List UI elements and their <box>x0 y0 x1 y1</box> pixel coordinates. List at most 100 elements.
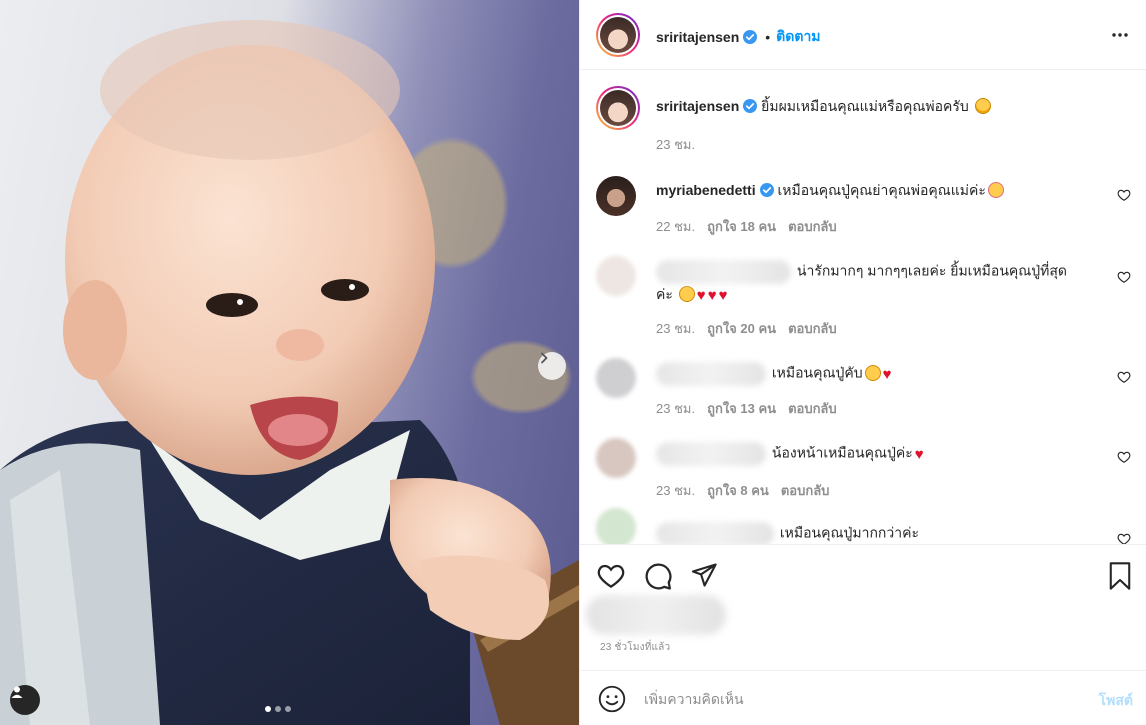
comment-input[interactable] <box>644 685 1064 713</box>
comment-text-block: myriabenedetti เหมือนคุณปู่คุณย่าคุณพ่อค… <box>656 180 1096 200</box>
comment-time: 23 ชม. <box>656 321 696 336</box>
commenter-avatar[interactable] <box>596 176 636 216</box>
star-struck-emoji-icon <box>678 286 695 302</box>
red-heart-emoji-icon: ♥ <box>718 287 728 304</box>
post-details-panel: sriritajensen • ติดตาม sriritajensen ยิ้… <box>579 0 1146 725</box>
comment-meta: 23 ชม. ถูกใจ 20 คน ตอบกลับ <box>656 318 837 339</box>
like-button[interactable] <box>596 561 626 596</box>
comment-time: 23 ชม. <box>656 483 696 498</box>
commenter-avatar[interactable] <box>596 508 636 544</box>
comment-text-block: น้องหน้าเหมือนคุณปู่ค่ะ ♥ <box>656 442 1096 466</box>
heart-icon <box>1117 271 1131 283</box>
comment-icon <box>645 563 672 590</box>
reply-button[interactable]: ตอบกลับ <box>788 216 837 237</box>
comment-text: เหมือนคุณปู่คับ <box>771 364 863 381</box>
caption-meta: 23 ชม. <box>656 134 695 155</box>
red-heart-emoji-icon: ♥ <box>882 365 892 383</box>
reply-button[interactable]: ตอบกลับ <box>788 398 837 419</box>
red-heart-emoji-icon: ♥ <box>914 445 924 463</box>
comment-meta: 23 ชม. ถูกใจ 13 คน ตอบกลับ <box>656 398 837 419</box>
post-timestamp: 23 ชั่วโมงที่แล้ว <box>600 642 671 653</box>
smiling-hearts-emoji-icon <box>987 182 1004 198</box>
bookmark-icon <box>1109 562 1131 590</box>
post-actions: 23 ชั่วโมงที่แล้ว <box>580 544 1146 670</box>
hidden-username <box>656 442 766 466</box>
follow-button[interactable]: ติดตาม <box>776 26 820 48</box>
hidden-username <box>656 260 791 284</box>
caption-text: ยิ้มผมเหมือนคุณแม่หรือคุณพ่อครับ <box>761 98 969 114</box>
verified-badge-icon <box>743 99 758 113</box>
comment-text-block: เหมือนคุณปู่มากกว่าค่ะ <box>656 522 1096 544</box>
save-button[interactable] <box>1106 561 1134 596</box>
author-username[interactable]: sriritajensen <box>656 98 739 114</box>
like-comment-button[interactable] <box>1117 370 1131 389</box>
comment-text: น้องหน้าเหมือนคุณปู่ค่ะ <box>771 444 913 461</box>
verified-badge-icon <box>759 183 774 197</box>
red-heart-emoji-icon: ♥ <box>707 287 717 304</box>
comment-button[interactable] <box>643 561 673 596</box>
emoji-icon <box>598 685 626 713</box>
more-options-icon <box>1112 33 1128 37</box>
likes-count-hidden <box>586 595 726 635</box>
author-info: sriritajensen • ติดตาม <box>656 26 821 48</box>
comment-time: 22 ชม. <box>656 219 696 234</box>
hidden-username <box>656 362 766 386</box>
reply-button[interactable]: ตอบกลับ <box>788 318 837 339</box>
emoji-button[interactable] <box>598 685 626 718</box>
comment-likes[interactable]: ถูกใจ 13 คน <box>707 398 776 419</box>
comments-list: sriritajensen ยิ้มผมเหมือนคุณแม่หรือคุณพ… <box>580 70 1146 544</box>
comment-text-block: เหมือนคุณปู่คับ ♥ <box>656 362 1096 386</box>
comment-meta: 22 ชม. ถูกใจ 18 คน ตอบกลับ <box>656 216 837 237</box>
hidden-username <box>656 522 774 544</box>
post-photo[interactable] <box>0 0 579 725</box>
commenter-avatar[interactable] <box>596 438 636 478</box>
star-struck-emoji-icon <box>864 364 881 381</box>
carousel-dot <box>285 706 291 712</box>
author-username[interactable]: sriritajensen <box>656 29 739 45</box>
separator-dot: • <box>765 29 771 45</box>
comment-likes[interactable]: ถูกใจ 18 คน <box>707 216 776 237</box>
like-comment-button[interactable] <box>1117 450 1131 469</box>
carousel-dot <box>275 706 281 712</box>
comment-time: 23 ชม. <box>656 401 696 416</box>
user-tag-button[interactable] <box>10 685 40 715</box>
commenter-avatar[interactable] <box>596 256 636 296</box>
heart-icon <box>597 564 625 588</box>
author-avatar[interactable] <box>596 13 640 57</box>
carousel-dot-active <box>265 706 271 712</box>
comment-likes[interactable]: ถูกใจ 8 คน <box>707 480 769 501</box>
more-options-button[interactable] <box>1111 26 1129 49</box>
heart-icon <box>1117 371 1131 383</box>
caption-text-block: sriritajensen ยิ้มผมเหมือนคุณแม่หรือคุณพ… <box>656 96 1096 116</box>
comment-text: น่ารักมากๆ มากๆๆเลยค่ะ ยิ้มเหมือนคุณปู่ท… <box>796 262 1067 279</box>
comment-text: เหมือนคุณปู่คุณย่าคุณพ่อคุณแม่ค่ะ <box>777 182 986 198</box>
comment-likes[interactable]: ถูกใจ 20 คน <box>707 318 776 339</box>
chevron-right-icon <box>541 352 548 364</box>
post-comment-button[interactable]: โพสต์ <box>1099 690 1133 712</box>
heart-icon <box>1117 189 1131 201</box>
commenter-avatar[interactable] <box>596 358 636 398</box>
post-header: sriritajensen • ติดตาม <box>580 0 1146 70</box>
heart-icon <box>1117 451 1131 463</box>
share-button[interactable] <box>690 561 718 594</box>
heart-icon <box>1117 533 1131 544</box>
grinning-emoji-icon <box>974 98 991 114</box>
reply-button[interactable]: ตอบกลับ <box>781 480 830 501</box>
comment-text-line2: ค่ะ <box>656 286 673 302</box>
commenter-username[interactable]: myriabenedetti <box>656 182 756 198</box>
comment-meta: 23 ชม. ถูกใจ 8 คน ตอบกลับ <box>656 480 829 501</box>
comment-text-block: น่ารักมากๆ มากๆๆเลยค่ะ ยิ้มเหมือนคุณปู่ท… <box>656 260 1096 306</box>
carousel-indicator <box>265 706 291 712</box>
user-tag-icon <box>11 686 23 698</box>
caption-time: 23 ชม. <box>656 137 696 152</box>
add-comment-bar: โพสต์ <box>580 670 1146 725</box>
baby-photo-illustration <box>0 20 579 725</box>
like-comment-button[interactable] <box>1117 532 1131 544</box>
verified-badge-icon <box>743 30 758 44</box>
paper-plane-icon <box>691 563 717 587</box>
author-avatar[interactable] <box>596 86 640 130</box>
red-heart-emoji-icon: ♥ <box>696 287 706 304</box>
like-comment-button[interactable] <box>1117 188 1131 207</box>
like-comment-button[interactable] <box>1117 270 1131 289</box>
next-photo-button[interactable] <box>538 352 566 380</box>
